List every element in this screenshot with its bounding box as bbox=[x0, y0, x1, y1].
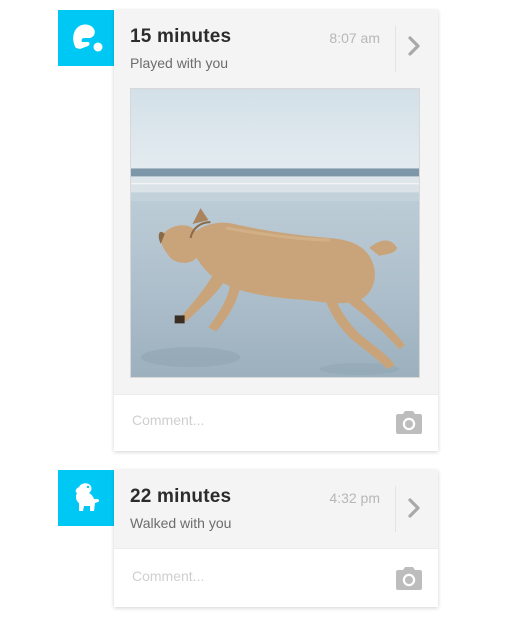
open-details-button[interactable] bbox=[398, 492, 430, 524]
camera-icon[interactable] bbox=[394, 565, 424, 591]
camera-icon[interactable] bbox=[394, 409, 424, 435]
header-divider bbox=[395, 26, 396, 72]
card-header[interactable]: 22 minutes Walked with you 4:32 pm bbox=[114, 470, 438, 548]
chevron-right-icon bbox=[408, 36, 420, 56]
activity-time: 4:32 pm bbox=[329, 490, 380, 506]
header-divider bbox=[395, 486, 396, 532]
activity-card-walk: 22 minutes Walked with you 4:32 pm bbox=[114, 470, 438, 607]
activity-description: Walked with you bbox=[130, 515, 232, 531]
play-ball-icon bbox=[73, 24, 103, 52]
comment-input[interactable] bbox=[130, 567, 364, 585]
comment-bar bbox=[114, 394, 438, 451]
dog-walk-icon bbox=[75, 483, 100, 511]
activity-photo[interactable] bbox=[130, 88, 420, 378]
activity-play-tile bbox=[58, 10, 114, 66]
photo-container bbox=[114, 82, 438, 394]
activity-card-play: 15 minutes Played with you 8:07 am bbox=[114, 10, 438, 451]
chevron-right-icon bbox=[408, 498, 420, 518]
open-details-button[interactable] bbox=[398, 30, 430, 62]
activity-walk-tile bbox=[58, 470, 114, 526]
activity-description: Played with you bbox=[130, 55, 229, 71]
activity-duration: 15 minutes bbox=[130, 26, 232, 47]
activity-duration: 22 minutes bbox=[130, 486, 232, 507]
comment-input[interactable] bbox=[130, 411, 364, 429]
comment-bar bbox=[114, 548, 438, 607]
activity-time: 8:07 am bbox=[329, 30, 380, 46]
card-header[interactable]: 15 minutes Played with you 8:07 am bbox=[114, 10, 438, 82]
